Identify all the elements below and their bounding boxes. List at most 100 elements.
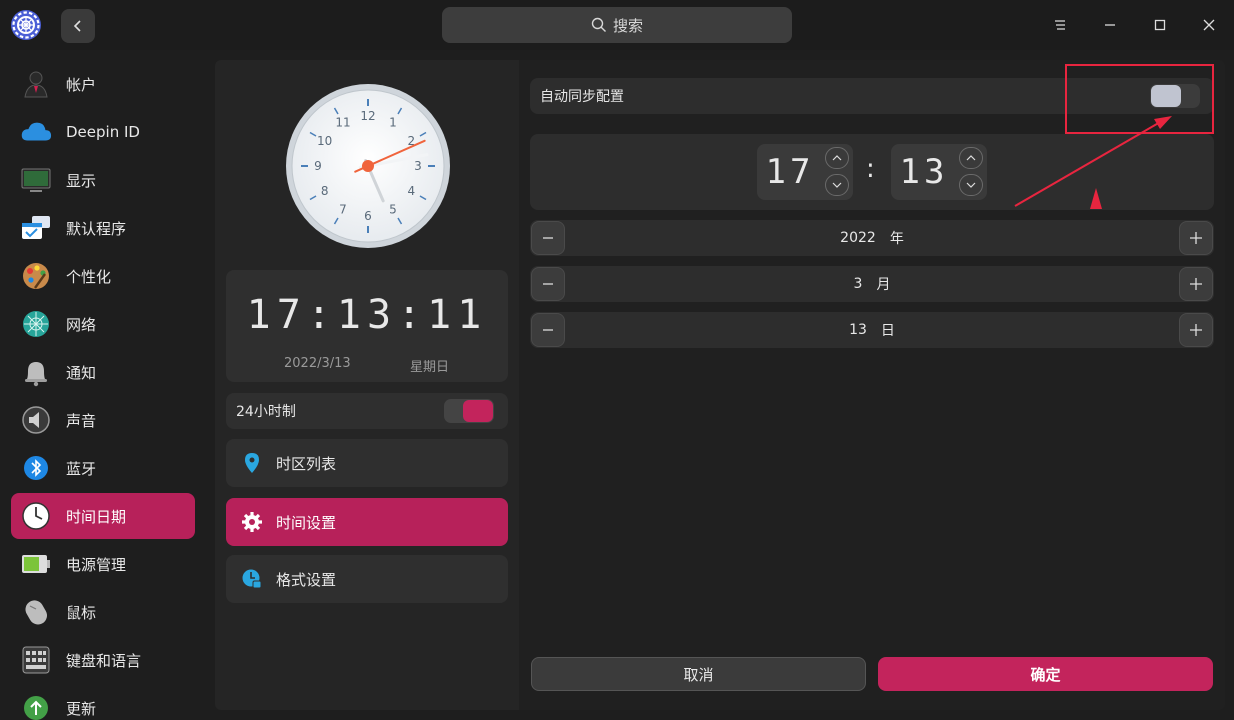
clock-icon (20, 500, 52, 532)
sidebar-item-label: 网络 (66, 315, 97, 334)
keyboard-icon (20, 644, 52, 676)
hour-spinbox[interactable]: 17 (757, 144, 853, 200)
sidebar-item-power[interactable]: 电源管理 (11, 541, 195, 587)
annotation-highlight-box (1065, 64, 1214, 134)
search-placeholder: 搜索 (612, 16, 643, 35)
back-button[interactable] (61, 9, 95, 43)
month-row: 3 月 (530, 266, 1214, 302)
clock-number: 6 (364, 209, 372, 223)
sidebar-item-label: Deepin ID (66, 123, 140, 141)
chevron-left-icon (73, 20, 81, 32)
speaker-icon (20, 404, 52, 436)
chevron-down-icon (832, 182, 842, 188)
update-icon (20, 692, 52, 720)
search-icon (591, 17, 606, 32)
year-unit: 年 (889, 231, 904, 247)
minus-icon (543, 237, 553, 239)
minute-spinbox[interactable]: 13 (891, 144, 987, 200)
sidebar-item-default-apps[interactable]: 默认程序 (11, 205, 195, 251)
current-date: 2022/3/13 (284, 356, 351, 371)
day-increment-button[interactable] (1179, 313, 1213, 347)
year-increment-button[interactable] (1179, 221, 1213, 255)
plus-icon (1190, 324, 1202, 336)
sidebar-item-keyboard[interactable]: 键盘和语言 (11, 637, 195, 683)
time-settings-label: 时间设置 (276, 513, 337, 532)
menu-icon (1055, 20, 1065, 30)
current-weekday: 星期日 (410, 360, 450, 375)
location-pin-icon (240, 451, 264, 475)
sidebar: 帐户 Deepin ID 显示 默认程序 个性化 网络 通知 声音 蓝牙 时间日… (0, 50, 206, 720)
day-decrement-button[interactable] (531, 313, 565, 347)
minimize-button[interactable] (1098, 13, 1122, 37)
maximize-icon (1154, 19, 1166, 31)
clock-number: 10 (317, 134, 332, 148)
hour-up-button[interactable] (825, 147, 849, 169)
auto-sync-label: 自动同步配置 (540, 89, 624, 105)
search-input[interactable]: 搜索 (442, 7, 792, 43)
confirm-button[interactable]: 确定 (878, 657, 1213, 691)
day-value: 13 (849, 322, 867, 338)
format-settings-label: 格式设置 (276, 570, 337, 589)
sidebar-item-network[interactable]: 网络 (11, 301, 195, 347)
plus-icon (1190, 232, 1202, 244)
sidebar-item-account[interactable]: 帐户 (11, 61, 195, 107)
format-24h-toggle[interactable] (444, 399, 494, 423)
display-icon (20, 164, 52, 196)
sidebar-item-label: 鼠标 (66, 603, 97, 622)
month-value: 3 (853, 276, 863, 292)
sidebar-item-label: 声音 (66, 411, 97, 430)
sidebar-item-label: 电源管理 (66, 555, 127, 574)
sidebar-item-datetime[interactable]: 时间日期 (11, 493, 195, 539)
maximize-button[interactable] (1148, 13, 1172, 37)
bluetooth-icon (20, 452, 52, 484)
sidebar-item-sound[interactable]: 声音 (11, 397, 195, 443)
sidebar-item-notifications[interactable]: 通知 (11, 349, 195, 395)
month-decrement-button[interactable] (531, 267, 565, 301)
year-value: 2022 (840, 230, 876, 246)
mouse-icon (20, 596, 52, 628)
control-center-window: 搜索 帐户 Deepin ID 显示 默认程序 个性化 网络 通知 声音 蓝牙 … (0, 0, 1234, 720)
minus-icon (543, 329, 553, 331)
clock-number: 8 (321, 184, 329, 198)
timezone-list-item[interactable]: 时区列表 (226, 439, 508, 487)
sidebar-item-update[interactable]: 更新 (11, 685, 195, 720)
sidebar-item-label: 通知 (66, 363, 97, 382)
minimize-icon (1105, 24, 1115, 26)
hour-down-button[interactable] (825, 174, 849, 196)
close-button[interactable] (1197, 13, 1221, 37)
time-settings-item[interactable]: 时间设置 (226, 498, 508, 546)
sidebar-item-display[interactable]: 显示 (11, 157, 195, 203)
digital-clock-card: 17:13:11 2022/3/13 星期日 (226, 270, 508, 382)
sidebar-item-personalization[interactable]: 个性化 (11, 253, 195, 299)
sidebar-item-mouse[interactable]: 鼠标 (11, 589, 195, 635)
datetime-overview-panel: 12 1 2 3 4 5 6 7 8 9 10 11 17:13:11 2022/3/13 星期日 2… (215, 60, 519, 710)
sidebar-item-deepin-id[interactable]: Deepin ID (11, 109, 195, 155)
menu-button[interactable] (1048, 13, 1072, 37)
hour-value: 17 (765, 152, 815, 192)
cloud-icon (20, 116, 52, 148)
sidebar-item-label: 默认程序 (66, 219, 127, 238)
format-settings-item[interactable]: 格式设置 (226, 555, 508, 603)
format-24h-label: 24小时制 (236, 404, 296, 420)
close-icon (1203, 19, 1215, 31)
title-bar: 搜索 (0, 0, 1234, 50)
sidebar-item-label: 时间日期 (66, 507, 127, 526)
sidebar-item-bluetooth[interactable]: 蓝牙 (11, 445, 195, 491)
timezone-list-label: 时区列表 (276, 454, 337, 473)
sidebar-item-label: 帐户 (66, 75, 97, 94)
format-24h-row: 24小时制 (226, 393, 508, 429)
month-unit: 月 (876, 277, 891, 293)
account-icon (20, 68, 52, 100)
year-row: 2022 年 (530, 220, 1214, 256)
minute-up-button[interactable] (959, 147, 983, 169)
year-decrement-button[interactable] (531, 221, 565, 255)
cancel-button[interactable]: 取消 (531, 657, 866, 691)
clock-number: 9 (314, 159, 322, 173)
clock-number: 5 (389, 202, 397, 216)
digital-time: 17:13:11 (246, 292, 488, 338)
clock-number: 1 (389, 116, 397, 130)
day-unit: 日 (880, 323, 895, 339)
minute-down-button[interactable] (959, 174, 983, 196)
month-increment-button[interactable] (1179, 267, 1213, 301)
palette-icon (20, 260, 52, 292)
